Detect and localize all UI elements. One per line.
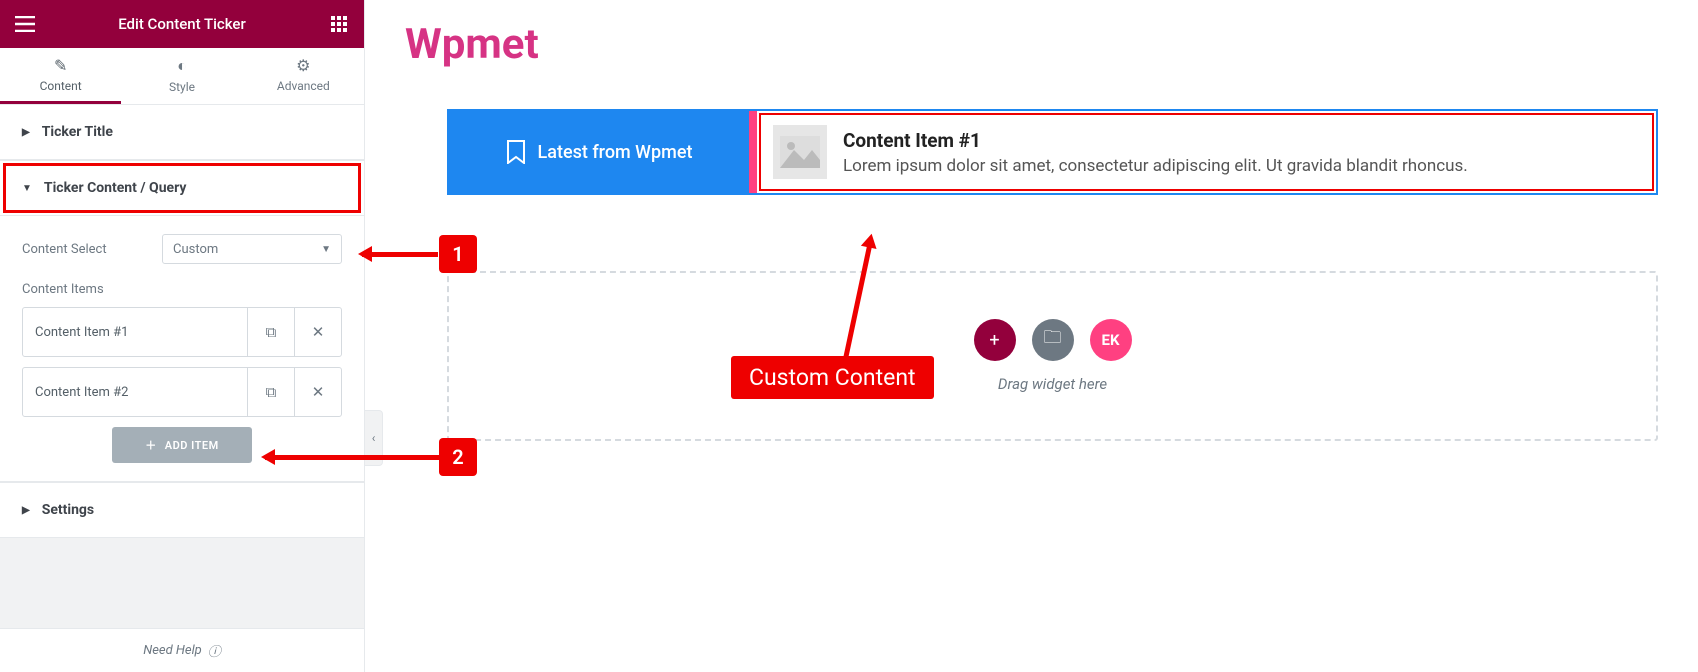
need-help-link[interactable]: Need Help ⓘ [0,628,364,672]
repeater-item-title: Content Item #2 [23,385,247,400]
plus-icon: ＋ [145,437,157,453]
drop-zone[interactable]: + 🗀 EK Drag widget here [447,271,1658,441]
need-help-label: Need Help [143,643,202,658]
template-library-button[interactable]: 🗀 [1032,319,1074,361]
ticker-item-body: Lorem ipsum dolor sit amet, consectetur … [843,156,1640,176]
help-icon: ⓘ [208,641,221,660]
close-icon: ✕ [312,323,325,341]
chevron-down-icon: ▼ [321,244,331,255]
repeater-item[interactable]: Content Item #1 ⧉ ✕ [22,307,342,357]
repeater-item-title: Content Item #1 [23,325,247,340]
caret-right-icon: ▶ [22,127,30,138]
duplicate-button[interactable]: ⧉ [247,368,294,416]
panel-header: Edit Content Ticker [0,0,364,48]
contrast-icon: ◐ [177,56,187,76]
section-label: Settings [42,502,94,518]
sections: ▶ Ticker Title ▼ Ticker Content / Query … [0,104,364,628]
drop-zone-buttons: + 🗀 EK [974,319,1132,361]
content-items-label: Content Items [22,282,342,297]
section-ticker-title[interactable]: ▶ Ticker Title [0,104,364,160]
add-item-button[interactable]: ＋ ADD ITEM [112,427,252,463]
section-body-ticker-content: Content Select Custom ▼ Content Items Co… [0,216,364,482]
repeater-item[interactable]: Content Item #2 ⧉ ✕ [22,367,342,417]
caret-right-icon: ▶ [22,505,30,516]
gear-icon: ⚙ [296,56,310,75]
content-select-row: Content Select Custom ▼ [22,234,342,264]
duplicate-button[interactable]: ⧉ [247,308,294,356]
bookmark-icon [506,140,526,164]
copy-icon: ⧉ [266,383,277,401]
tab-style[interactable]: ◐ Style [121,48,242,104]
add-section-button[interactable]: + [974,319,1016,361]
ticker-text: Content Item #1 Lorem ipsum dolor sit am… [843,129,1640,176]
badge-number: 1 [439,235,477,273]
content-ticker-widget[interactable]: Latest from Wpmet Content Item #1 Lorem … [447,109,1658,195]
add-item-label: ADD ITEM [165,439,219,452]
apps-icon[interactable] [328,13,350,35]
copy-icon: ⧉ [266,323,277,341]
elementskit-button[interactable]: EK [1090,319,1132,361]
ticker-title: Latest from Wpmet [449,111,749,193]
close-icon: ✕ [312,383,325,401]
panel-tabs: ✎ Content ◐ Style ⚙ Advanced [0,48,364,104]
panel-title: Edit Content Ticker [118,15,246,33]
ticker-item-title: Content Item #1 [843,129,1640,152]
badge-number: 2 [439,438,477,476]
select-value: Custom [173,242,218,257]
tab-advanced[interactable]: ⚙ Advanced [243,48,364,104]
tab-label: Advanced [277,79,330,93]
section-label: Ticker Title [42,124,113,140]
pencil-icon: ✎ [54,56,67,75]
editor-panel: Edit Content Ticker ✎ Content ◐ Style ⚙ … [0,0,365,672]
panel-collapse-handle[interactable]: ‹ [365,410,383,466]
section-label: Ticker Content / Query [44,180,186,196]
annotation-arrow-1 [362,252,438,257]
caret-down-icon: ▼ [22,183,32,194]
site-logo: Wpmet [405,20,1658,69]
ticker-content-area: Content Item #1 Lorem ipsum dolor sit am… [757,111,1656,193]
plus-icon: + [989,330,999,351]
menu-icon[interactable] [14,13,36,35]
ticker-separator [749,111,757,193]
annotation-badge-2: 2 [439,438,477,476]
content-select-label: Content Select [22,242,152,257]
folder-icon: 🗀 [1044,325,1062,355]
chevron-left-icon: ‹ [372,431,376,445]
tab-label: Content [40,79,82,93]
ticker-title-text: Latest from Wpmet [538,142,693,163]
remove-button[interactable]: ✕ [294,368,341,416]
ek-label: EK [1102,331,1120,349]
canvas: Wpmet Latest from Wpmet Content Item #1 … [365,0,1698,672]
section-settings[interactable]: ▶ Settings [0,482,364,538]
tab-content[interactable]: ✎ Content [0,48,121,104]
image-placeholder-icon [773,125,827,179]
content-select-dropdown[interactable]: Custom ▼ [162,234,342,264]
drag-hint: Drag widget here [998,375,1107,393]
remove-button[interactable]: ✕ [294,308,341,356]
annotation-badge-1: 1 [439,235,477,273]
tab-label: Style [169,80,195,94]
section-ticker-content[interactable]: ▼ Ticker Content / Query [0,160,364,216]
